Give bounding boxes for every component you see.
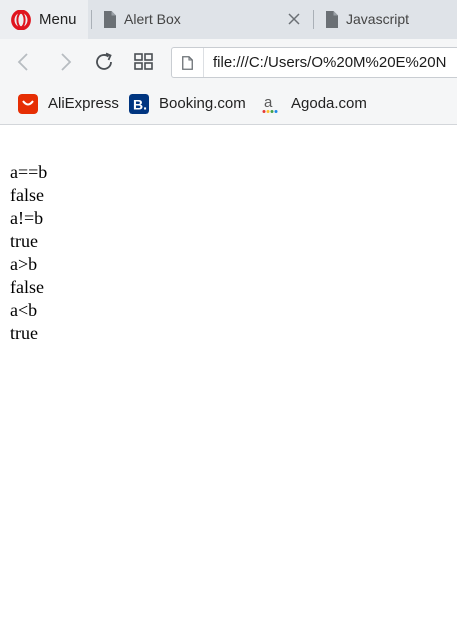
back-icon[interactable] — [12, 50, 36, 74]
aliexpress-icon — [18, 94, 38, 114]
bookmark-label: Agoda.com — [291, 95, 367, 112]
tab-alert-box[interactable]: Alert Box — [92, 0, 312, 39]
tab-javascript[interactable]: Javascript — [314, 0, 457, 39]
address-divider — [203, 48, 204, 77]
booking-icon: B. — [129, 94, 149, 114]
page-content: a==b false a!=b true a>b false a<b true — [10, 161, 47, 345]
page-info-icon[interactable] — [182, 56, 193, 70]
url-text[interactable]: file:///C:/Users/O%20M%20E%20N — [213, 54, 446, 71]
bookmark-label: AliExpress — [48, 95, 119, 112]
bookmark-aliexpress[interactable]: AliExpress — [18, 85, 120, 124]
output-line: a>b — [10, 254, 38, 274]
document-icon — [326, 11, 338, 28]
svg-text:B.: B. — [133, 97, 147, 113]
bookmark-label: Booking.com — [159, 95, 246, 112]
output-line: a!=b — [10, 208, 44, 228]
bookmark-agoda[interactable]: a Agoda.com — [261, 85, 371, 124]
opera-logo-icon — [11, 10, 31, 30]
output-line: a==b — [10, 162, 48, 182]
svg-text:a: a — [264, 94, 273, 111]
opera-menu-button[interactable]: Menu — [0, 0, 88, 39]
tab-strip: Menu Alert Box Javascript — [0, 0, 457, 39]
navigation-toolbar: file:///C:/Users/O%20M%20E%20N — [0, 39, 457, 85]
agoda-icon: a — [262, 94, 278, 113]
output-line: true — [10, 231, 38, 251]
speed-dial-grid-icon[interactable] — [132, 50, 156, 74]
output-line: false — [10, 277, 44, 297]
menu-label: Menu — [39, 11, 77, 28]
forward-icon[interactable] — [53, 50, 77, 74]
bookmarks-bar: AliExpress B. Booking.com a Agoda.com — [0, 85, 457, 125]
document-icon — [104, 11, 116, 28]
close-tab-icon[interactable] — [287, 12, 301, 26]
bookmark-booking[interactable]: B. Booking.com — [129, 85, 249, 124]
output-line: true — [10, 323, 38, 343]
output-line: false — [10, 185, 44, 205]
address-bar[interactable]: file:///C:/Users/O%20M%20E%20N — [171, 47, 457, 78]
tab-title: Alert Box — [124, 11, 181, 27]
output-line: a<b — [10, 300, 38, 320]
reload-icon[interactable] — [92, 50, 116, 74]
tab-title: Javascript — [346, 11, 410, 27]
